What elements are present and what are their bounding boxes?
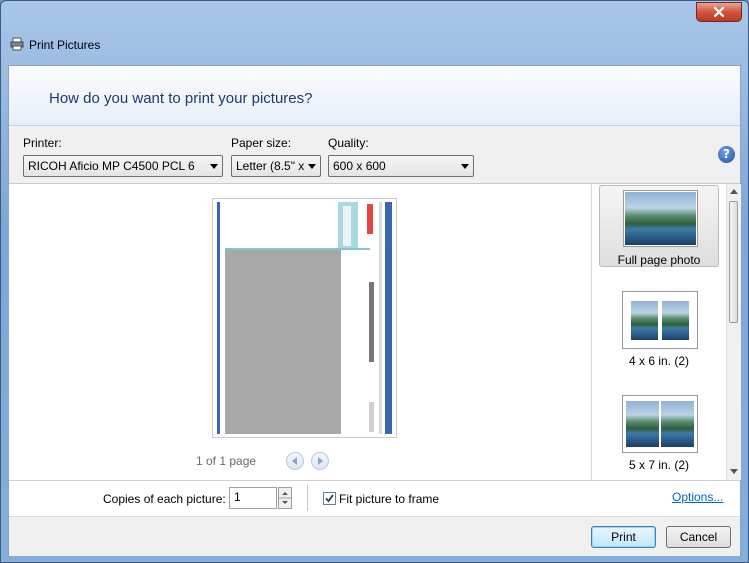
scroll-down-icon[interactable] xyxy=(730,469,738,474)
stepper-arrows-icon xyxy=(279,492,291,504)
layout-scrollbar[interactable] xyxy=(726,184,741,480)
copies-stepper[interactable] xyxy=(278,487,292,509)
paper-size-select-value: Letter (8.5" x xyxy=(236,159,305,173)
header-band: How do you want to print your pictures? xyxy=(9,66,740,126)
print-pictures-window: Print Pictures How do you want to print … xyxy=(0,0,749,563)
layout-list: Full page photo 4 x 6 in. (2) 5 x 7 in. … xyxy=(591,184,728,480)
page-indicator: 1 of 1 page xyxy=(196,454,257,468)
chevron-down-icon xyxy=(461,164,469,169)
copies-label: Copies of each picture: xyxy=(103,492,226,506)
layout-label: 4 x 6 in. (2) xyxy=(628,354,690,368)
arrow-right-icon xyxy=(318,457,323,465)
copies-input[interactable]: 1 xyxy=(229,487,277,509)
chevron-down-icon xyxy=(210,164,218,169)
paper-size-label: Paper size: xyxy=(231,136,292,150)
dialog-footer: Print Cancel xyxy=(9,516,740,556)
photo-thumbnail xyxy=(631,301,658,340)
scroll-up-icon[interactable] xyxy=(730,189,738,194)
page-preview-image xyxy=(217,202,392,434)
close-icon xyxy=(713,7,725,17)
window-title: Print Pictures xyxy=(29,38,101,52)
quality-select-value: 600 x 600 xyxy=(333,159,386,173)
paper-size-select[interactable]: Letter (8.5" x xyxy=(231,155,321,177)
layout-full-page-photo[interactable]: Full page photo xyxy=(599,185,719,267)
help-icon[interactable]: ? xyxy=(718,146,735,163)
chevron-down-icon xyxy=(308,164,316,169)
printer-select[interactable]: RICOH Aficio MP C4500 PCL 6 xyxy=(23,155,223,177)
next-page-button[interactable] xyxy=(311,452,329,470)
print-button[interactable]: Print xyxy=(591,526,656,548)
fit-picture-label[interactable]: Fit picture to frame xyxy=(339,492,439,506)
title-bar[interactable]: Print Pictures xyxy=(1,1,748,61)
options-bar: Copies of each picture: 1 Fit picture to… xyxy=(9,480,740,517)
dialog-client-area: How do you want to print your pictures? … xyxy=(8,65,741,556)
arrow-left-icon xyxy=(292,457,297,465)
page-preview xyxy=(212,198,397,438)
print-settings-toolbar: Printer: RICOH Aficio MP C4500 PCL 6 Pap… xyxy=(9,126,740,184)
cancel-button[interactable]: Cancel xyxy=(666,526,731,548)
printer-icon xyxy=(10,37,24,51)
preview-left-margin xyxy=(9,184,23,480)
printer-select-value: RICOH Aficio MP C4500 PCL 6 xyxy=(28,159,195,173)
photo-thumbnail xyxy=(661,401,694,447)
layout-label: Full page photo xyxy=(617,253,701,267)
fit-picture-checkbox[interactable] xyxy=(323,492,336,505)
scroll-thumb[interactable] xyxy=(729,201,738,323)
options-link[interactable]: Options... xyxy=(672,490,723,504)
quality-label: Quality: xyxy=(328,136,369,150)
layout-4x6[interactable]: 4 x 6 in. (2) xyxy=(599,290,719,372)
layout-5x7[interactable]: 5 x 7 in. (2) xyxy=(599,394,719,476)
layout-label: 5 x 7 in. (2) xyxy=(628,458,690,472)
layout-thumbnail xyxy=(623,190,698,247)
checkmark-icon xyxy=(325,494,334,503)
photo-thumbnail xyxy=(662,301,689,340)
close-button[interactable] xyxy=(696,2,742,22)
layout-thumbnail xyxy=(622,291,698,349)
printer-label: Printer: xyxy=(23,136,62,150)
photo-thumbnail xyxy=(625,192,696,245)
layout-thumbnail xyxy=(622,395,698,453)
quality-select[interactable]: 600 x 600 xyxy=(328,155,474,177)
photo-thumbnail xyxy=(626,401,659,447)
previous-page-button[interactable] xyxy=(286,452,304,470)
divider xyxy=(307,485,308,511)
dialog-question: How do you want to print your pictures? xyxy=(49,90,313,107)
